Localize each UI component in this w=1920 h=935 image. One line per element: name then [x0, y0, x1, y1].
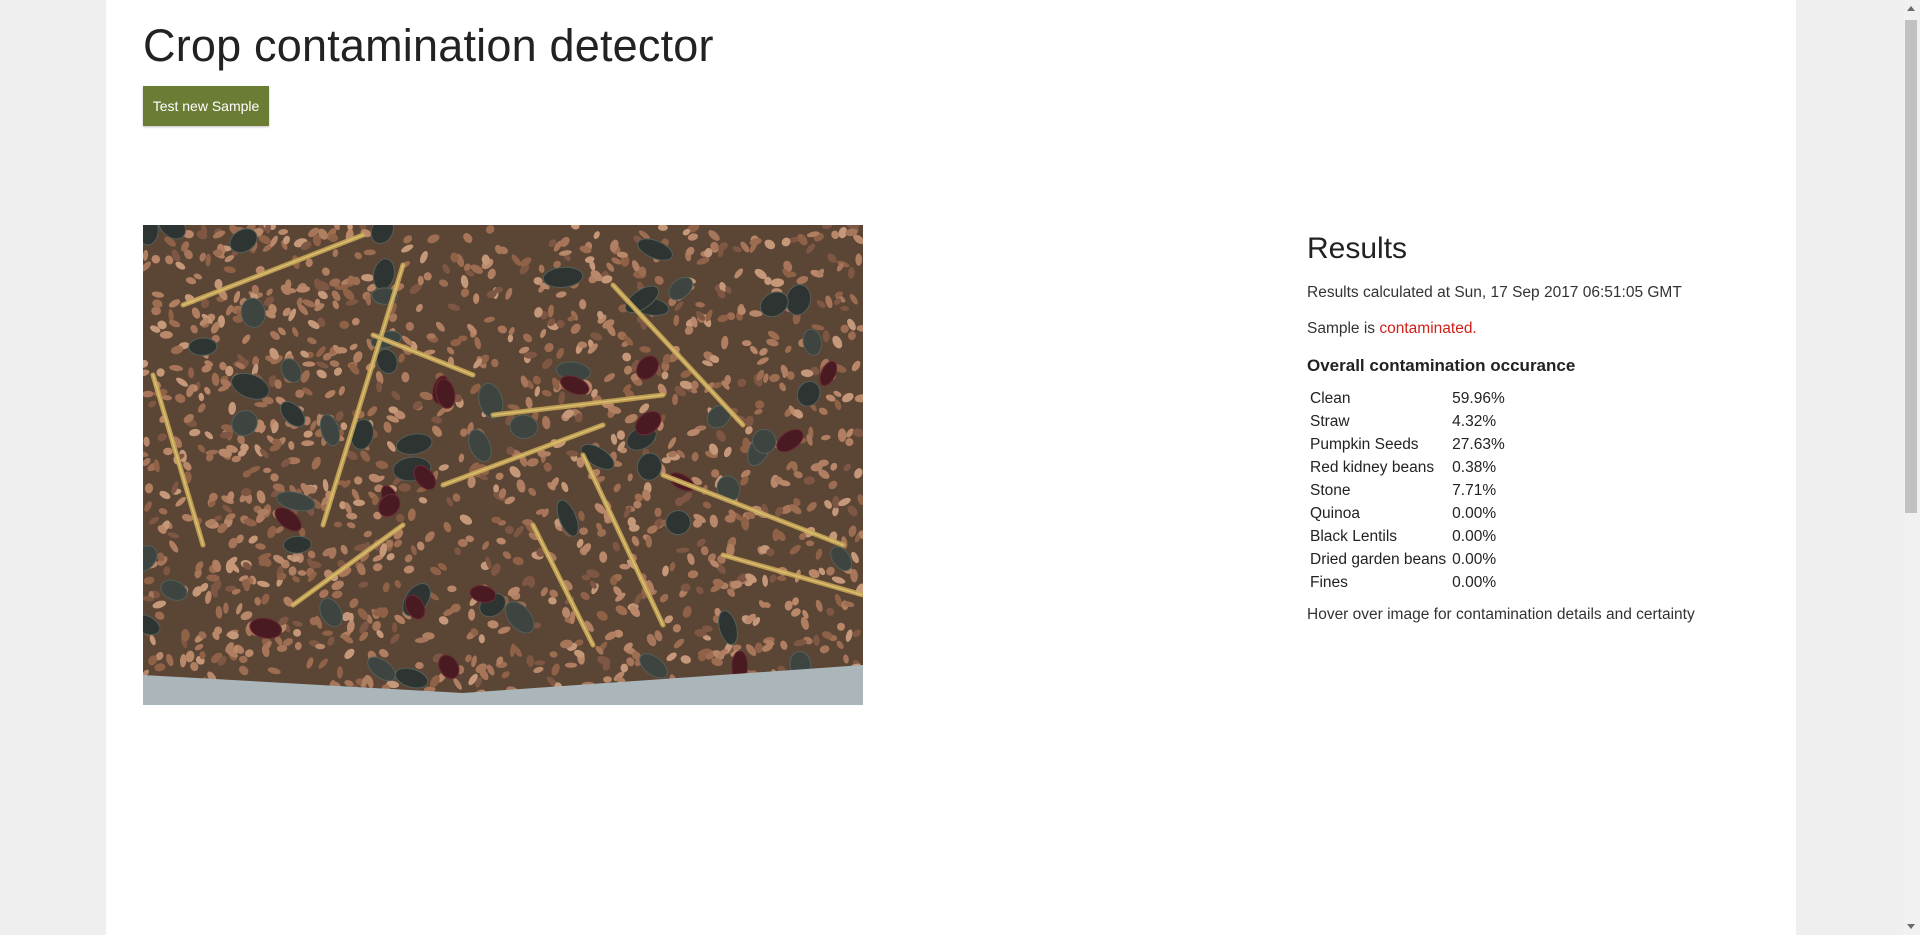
- row-value: 59.96%: [1452, 389, 1505, 407]
- scrollbar-thumb[interactable]: [1905, 20, 1917, 513]
- table-row: Pumpkin Seeds 27.63%: [1307, 433, 1508, 456]
- sample-image-graphic: [143, 225, 863, 705]
- sample-status-prefix: Sample is: [1307, 320, 1380, 337]
- row-value: 4.32%: [1452, 412, 1497, 430]
- table-row: Dried garden beans 0.00%: [1307, 548, 1508, 571]
- row-label: Straw: [1310, 412, 1350, 430]
- row-label: Fines: [1310, 573, 1348, 591]
- sample-image[interactable]: [143, 225, 863, 705]
- table-row: Clean 59.96%: [1307, 387, 1508, 410]
- scroll-down-arrow-icon[interactable]: [1907, 924, 1915, 929]
- results-heading: Results: [1307, 232, 1408, 265]
- row-label: Stone: [1310, 481, 1351, 499]
- scroll-up-arrow-icon[interactable]: [1907, 6, 1915, 11]
- row-value: 0.00%: [1452, 527, 1497, 545]
- table-row: Stone 7.71%: [1307, 479, 1508, 502]
- contamination-table: Clean 59.96% Straw 4.32% Pumpkin Seeds 27.6…: [1307, 387, 1508, 594]
- overall-contamination-heading: Overall contamination occurance: [1307, 356, 1576, 375]
- row-label: Red kidney beans: [1310, 458, 1435, 476]
- row-value: 0.00%: [1452, 504, 1497, 522]
- row-label: Black Lentils: [1310, 527, 1398, 545]
- row-label: Pumpkin Seeds: [1310, 435, 1419, 453]
- row-value: 0.38%: [1452, 458, 1497, 476]
- row-label: Dried garden beans: [1310, 550, 1447, 568]
- hover-hint: Hover over image for contamination detai…: [1307, 606, 1695, 623]
- table-row: Black Lentils 0.00%: [1307, 525, 1508, 548]
- table-row: Red kidney beans 0.38%: [1307, 456, 1508, 479]
- page-title: Crop contamination detector: [143, 20, 714, 71]
- table-row: Straw 4.32%: [1307, 410, 1508, 433]
- row-value: 7.71%: [1452, 481, 1497, 499]
- row-value: 27.63%: [1452, 435, 1505, 453]
- sample-status-value: contaminated.: [1379, 320, 1477, 337]
- row-value: 0.00%: [1452, 573, 1497, 591]
- row-label: Clean: [1310, 389, 1351, 407]
- page-content: Crop contamination detector Test new Sam…: [106, 0, 1796, 935]
- results-panel: Results Results calculated at Sun, 17 Se…: [1307, 232, 1767, 624]
- row-value: 0.00%: [1452, 550, 1497, 568]
- row-label: Quinoa: [1310, 504, 1360, 522]
- table-row: Quinoa 0.00%: [1307, 502, 1508, 525]
- results-timestamp: Results calculated at Sun, 17 Sep 2017 0…: [1307, 284, 1682, 301]
- sample-status: Sample is contaminated.: [1307, 320, 1767, 338]
- test-new-sample-button[interactable]: Test new Sample: [143, 86, 269, 126]
- table-row: Fines 0.00%: [1307, 571, 1508, 594]
- vertical-scrollbar[interactable]: [1903, 0, 1920, 935]
